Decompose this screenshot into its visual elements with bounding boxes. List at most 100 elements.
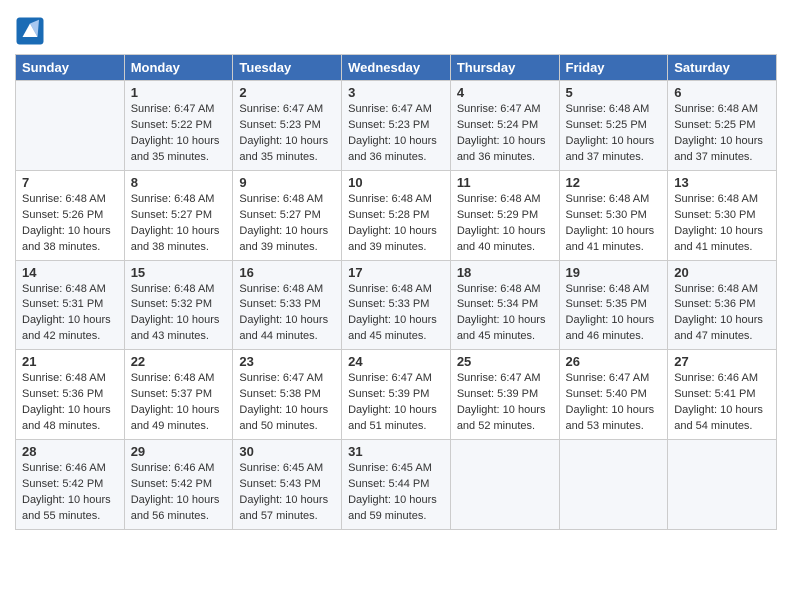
calendar-week-row: 1 Sunrise: 6:47 AM Sunset: 5:22 PM Daylig… xyxy=(16,81,777,171)
day-number: 23 xyxy=(239,354,335,369)
logo xyxy=(15,16,49,46)
day-info: Sunrise: 6:48 AM Sunset: 5:25 PM Dayligh… xyxy=(566,102,662,166)
day-info: Sunrise: 6:46 AM Sunset: 5:42 PM Dayligh… xyxy=(131,461,227,525)
calendar-cell: 23 Sunrise: 6:47 AM Sunset: 5:38 PM Dayli… xyxy=(233,350,342,440)
day-info: Sunrise: 6:48 AM Sunset: 5:36 PM Dayligh… xyxy=(674,282,770,346)
calendar-cell: 1 Sunrise: 6:47 AM Sunset: 5:22 PM Daylig… xyxy=(124,81,233,171)
day-number: 9 xyxy=(239,175,335,190)
calendar-cell: 29 Sunrise: 6:46 AM Sunset: 5:42 PM Dayli… xyxy=(124,440,233,530)
calendar-cell xyxy=(16,81,125,171)
day-number: 2 xyxy=(239,85,335,100)
day-info: Sunrise: 6:47 AM Sunset: 5:38 PM Dayligh… xyxy=(239,371,335,435)
calendar-cell: 18 Sunrise: 6:48 AM Sunset: 5:34 PM Dayli… xyxy=(450,260,559,350)
calendar-week-row: 14 Sunrise: 6:48 AM Sunset: 5:31 PM Dayli… xyxy=(16,260,777,350)
day-info: Sunrise: 6:46 AM Sunset: 5:41 PM Dayligh… xyxy=(674,371,770,435)
calendar-cell: 12 Sunrise: 6:48 AM Sunset: 5:30 PM Dayli… xyxy=(559,170,668,260)
day-info: Sunrise: 6:48 AM Sunset: 5:33 PM Dayligh… xyxy=(239,282,335,346)
day-number: 14 xyxy=(22,265,118,280)
calendar-cell: 14 Sunrise: 6:48 AM Sunset: 5:31 PM Dayli… xyxy=(16,260,125,350)
day-number: 26 xyxy=(566,354,662,369)
calendar-cell: 28 Sunrise: 6:46 AM Sunset: 5:42 PM Dayli… xyxy=(16,440,125,530)
day-info: Sunrise: 6:48 AM Sunset: 5:25 PM Dayligh… xyxy=(674,102,770,166)
day-number: 10 xyxy=(348,175,444,190)
calendar-cell: 10 Sunrise: 6:48 AM Sunset: 5:28 PM Dayli… xyxy=(342,170,451,260)
day-number: 22 xyxy=(131,354,227,369)
calendar-cell: 21 Sunrise: 6:48 AM Sunset: 5:36 PM Dayli… xyxy=(16,350,125,440)
day-number: 19 xyxy=(566,265,662,280)
calendar-cell xyxy=(668,440,777,530)
calendar-cell: 8Sunrise: 6:48 AM Sunset: 5:27 PM Daylig… xyxy=(124,170,233,260)
day-info: Sunrise: 6:48 AM Sunset: 5:36 PM Dayligh… xyxy=(22,371,118,435)
calendar-cell: 26 Sunrise: 6:47 AM Sunset: 5:40 PM Dayli… xyxy=(559,350,668,440)
day-info: Sunrise: 6:47 AM Sunset: 5:24 PM Dayligh… xyxy=(457,102,553,166)
day-info: Sunrise: 6:48 AM Sunset: 5:28 PM Dayligh… xyxy=(348,192,444,256)
calendar-week-row: 21 Sunrise: 6:48 AM Sunset: 5:36 PM Dayli… xyxy=(16,350,777,440)
day-number: 24 xyxy=(348,354,444,369)
calendar-table: SundayMondayTuesdayWednesdayThursdayFrid… xyxy=(15,54,777,530)
day-number: 21 xyxy=(22,354,118,369)
calendar-header-row: SundayMondayTuesdayWednesdayThursdayFrid… xyxy=(16,55,777,81)
calendar-cell: 16 Sunrise: 6:48 AM Sunset: 5:33 PM Dayli… xyxy=(233,260,342,350)
day-number: 25 xyxy=(457,354,553,369)
calendar-cell: 20Sunrise: 6:48 AM Sunset: 5:36 PM Dayli… xyxy=(668,260,777,350)
calendar-cell: 24 Sunrise: 6:47 AM Sunset: 5:39 PM Dayli… xyxy=(342,350,451,440)
header-wednesday: Wednesday xyxy=(342,55,451,81)
calendar-cell: 15 Sunrise: 6:48 AM Sunset: 5:32 PM Dayli… xyxy=(124,260,233,350)
day-number: 28 xyxy=(22,444,118,459)
day-number: 16 xyxy=(239,265,335,280)
calendar-cell: 4 Sunrise: 6:47 AM Sunset: 5:24 PM Daylig… xyxy=(450,81,559,171)
calendar-cell: 19Sunrise: 6:48 AM Sunset: 5:35 PM Dayli… xyxy=(559,260,668,350)
day-number: 31 xyxy=(348,444,444,459)
day-number: 17 xyxy=(348,265,444,280)
day-number: 7 xyxy=(22,175,118,190)
day-info: Sunrise: 6:48 AM Sunset: 5:31 PM Dayligh… xyxy=(22,282,118,346)
day-number: 18 xyxy=(457,265,553,280)
day-info: Sunrise: 6:46 AM Sunset: 5:42 PM Dayligh… xyxy=(22,461,118,525)
day-info: Sunrise: 6:48 AM Sunset: 5:34 PM Dayligh… xyxy=(457,282,553,346)
calendar-cell: 7 Sunrise: 6:48 AM Sunset: 5:26 PM Daylig… xyxy=(16,170,125,260)
day-number: 12 xyxy=(566,175,662,190)
calendar-cell: 25 Sunrise: 6:47 AM Sunset: 5:39 PM Dayli… xyxy=(450,350,559,440)
calendar-cell: 3 Sunrise: 6:47 AM Sunset: 5:23 PM Daylig… xyxy=(342,81,451,171)
day-number: 1 xyxy=(131,85,227,100)
calendar-cell: 30 Sunrise: 6:45 AM Sunset: 5:43 PM Dayli… xyxy=(233,440,342,530)
header-sunday: Sunday xyxy=(16,55,125,81)
calendar-cell xyxy=(559,440,668,530)
calendar-cell: 27 Sunrise: 6:46 AM Sunset: 5:41 PM Dayli… xyxy=(668,350,777,440)
day-number: 11 xyxy=(457,175,553,190)
header-saturday: Saturday xyxy=(668,55,777,81)
day-info: Sunrise: 6:48 AM Sunset: 5:30 PM Dayligh… xyxy=(674,192,770,256)
calendar-cell: 11 Sunrise: 6:48 AM Sunset: 5:29 PM Dayli… xyxy=(450,170,559,260)
header-tuesday: Tuesday xyxy=(233,55,342,81)
day-number: 8 xyxy=(131,175,227,190)
day-number: 5 xyxy=(566,85,662,100)
day-info: Sunrise: 6:48 AM Sunset: 5:29 PM Dayligh… xyxy=(457,192,553,256)
header-thursday: Thursday xyxy=(450,55,559,81)
header-monday: Monday xyxy=(124,55,233,81)
calendar-cell: 2Sunrise: 6:47 AM Sunset: 5:23 PM Daylig… xyxy=(233,81,342,171)
day-number: 15 xyxy=(131,265,227,280)
day-info: Sunrise: 6:48 AM Sunset: 5:37 PM Dayligh… xyxy=(131,371,227,435)
day-info: Sunrise: 6:48 AM Sunset: 5:33 PM Dayligh… xyxy=(348,282,444,346)
day-info: Sunrise: 6:47 AM Sunset: 5:40 PM Dayligh… xyxy=(566,371,662,435)
day-info: Sunrise: 6:47 AM Sunset: 5:23 PM Dayligh… xyxy=(348,102,444,166)
day-info: Sunrise: 6:47 AM Sunset: 5:39 PM Dayligh… xyxy=(457,371,553,435)
day-info: Sunrise: 6:47 AM Sunset: 5:39 PM Dayligh… xyxy=(348,371,444,435)
calendar-cell xyxy=(450,440,559,530)
day-number: 4 xyxy=(457,85,553,100)
day-info: Sunrise: 6:47 AM Sunset: 5:22 PM Dayligh… xyxy=(131,102,227,166)
calendar-week-row: 28 Sunrise: 6:46 AM Sunset: 5:42 PM Dayli… xyxy=(16,440,777,530)
day-number: 29 xyxy=(131,444,227,459)
day-number: 30 xyxy=(239,444,335,459)
day-info: Sunrise: 6:48 AM Sunset: 5:30 PM Dayligh… xyxy=(566,192,662,256)
logo-icon xyxy=(15,16,45,46)
day-number: 3 xyxy=(348,85,444,100)
day-info: Sunrise: 6:45 AM Sunset: 5:43 PM Dayligh… xyxy=(239,461,335,525)
day-info: Sunrise: 6:48 AM Sunset: 5:32 PM Dayligh… xyxy=(131,282,227,346)
day-number: 27 xyxy=(674,354,770,369)
day-number: 13 xyxy=(674,175,770,190)
day-info: Sunrise: 6:48 AM Sunset: 5:26 PM Dayligh… xyxy=(22,192,118,256)
calendar-cell: 22 Sunrise: 6:48 AM Sunset: 5:37 PM Dayli… xyxy=(124,350,233,440)
day-info: Sunrise: 6:45 AM Sunset: 5:44 PM Dayligh… xyxy=(348,461,444,525)
calendar-cell: 13 Sunrise: 6:48 AM Sunset: 5:30 PM Dayli… xyxy=(668,170,777,260)
